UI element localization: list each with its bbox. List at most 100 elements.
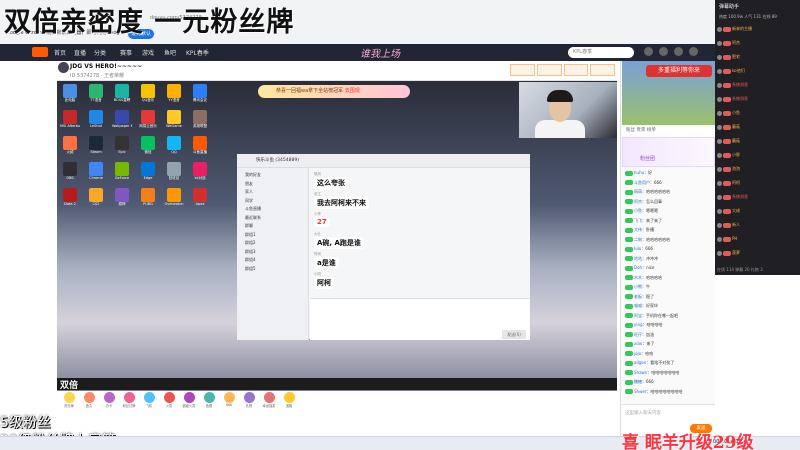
chat-username[interactable]: 咕咕: [634, 256, 642, 261]
qq-group-item[interactable]: 群组4: [245, 257, 256, 263]
chat-username[interactable]: 老板: [634, 294, 642, 299]
qq-group-item[interactable]: 朋友: [245, 181, 253, 187]
desktop-icon[interactable]: 火绒: [60, 136, 80, 155]
desktop-icon[interactable]: Wallpaper Engine: [112, 110, 132, 128]
desktop-icon[interactable]: 英雄联盟: [190, 110, 210, 129]
desktop-icon[interactable]: Dota 2: [60, 188, 80, 206]
nav-fishbar[interactable]: 鱼吧: [164, 48, 176, 57]
desktop-icon[interactable]: 此电脑: [60, 84, 80, 103]
chat-username[interactable]: 糖糖: [634, 379, 642, 384]
qq-group-item[interactable]: 群组2: [245, 240, 256, 246]
danmu-username[interactable]: 蘑菇: [732, 138, 740, 143]
nav-games[interactable]: 游戏: [142, 48, 154, 57]
desktop-icon[interactable]: Chrome: [86, 162, 106, 180]
qq-group-item[interactable]: 群聊: [245, 223, 253, 229]
search-input[interactable]: KPL春季: [568, 47, 634, 58]
chat-username[interactable]: 斗鱼用户: [634, 180, 650, 185]
desktop-icon[interactable]: Steam: [86, 136, 106, 154]
danmu-username[interactable]: 阿杰: [732, 40, 740, 45]
desktop-icon[interactable]: PUBG: [138, 188, 158, 206]
desktop-icon[interactable]: 斗鱼直播: [190, 136, 210, 155]
gift-item[interactable]: 火箭: [160, 392, 178, 408]
gift-item[interactable]: 鱼翅: [200, 392, 218, 408]
chat-username[interactable]: huhu: [634, 170, 644, 175]
gift-item[interactable]: 幸运抽奖: [260, 392, 278, 408]
chat-username[interactable]: allgen: [634, 360, 646, 365]
qq-group-item[interactable]: 我的好友: [245, 172, 261, 178]
history-icon[interactable]: [644, 47, 653, 56]
danmu-username[interactable]: 小鱼: [732, 110, 740, 115]
chat-input[interactable]: 这里输入聊天内容: [625, 410, 661, 416]
desktop-icon[interactable]: 微信: [138, 136, 158, 155]
desktop-icon[interactable]: YY语音: [164, 84, 184, 103]
promo-link[interactable]: 去围观: [345, 88, 360, 94]
douyu-logo[interactable]: [32, 47, 48, 57]
chat-username[interactable]: xiao: [634, 341, 642, 346]
gift-item[interactable]: 粉丝灯牌: [120, 392, 138, 408]
desktop-icon[interactable]: QQ: [164, 136, 184, 154]
chat-username[interactable]: 小鱼: [634, 208, 642, 213]
desktop-icon[interactable]: QQ音乐: [138, 84, 158, 103]
gift-item[interactable]: 礼物: [240, 392, 258, 408]
danmu-username[interactable]: 大佬: [732, 208, 740, 213]
danmu-username[interactable]: 新人: [732, 222, 740, 227]
gift-item[interactable]: 666: [220, 392, 238, 407]
chat-username[interactable]: lulu: [634, 246, 641, 251]
qq-group-item[interactable]: 家人: [245, 189, 253, 195]
danmu-username[interactable]: 泡泡: [732, 166, 740, 171]
desktop-icon[interactable]: 腾讯会议: [190, 84, 210, 103]
follow-icon[interactable]: [659, 47, 668, 56]
qq-send-button[interactable]: 发送(S): [502, 330, 526, 339]
danmu-username[interactable]: PH: [732, 236, 737, 241]
qq-group-item[interactable]: 群组3: [245, 249, 256, 255]
desktop-icon[interactable]: Apex: [190, 188, 210, 206]
gift-item[interactable]: 荧光棒: [60, 392, 78, 408]
nav-live[interactable]: 直播: [74, 48, 86, 57]
desktop-icon[interactable]: 原神: [112, 188, 132, 207]
desktop-icon[interactable]: CS2: [86, 188, 106, 206]
chat-tabs[interactable]: 粉丝 贵宾 榜单: [622, 127, 715, 137]
chat-username[interactable]: Shwer: [634, 389, 646, 394]
chat-username[interactable]: 阿宝: [634, 313, 642, 318]
event-video[interactable]: 多重福利等你来: [622, 61, 715, 125]
gift-item[interactable]: 办卡: [100, 392, 118, 408]
desktop-icon[interactable]: kk对战: [190, 162, 210, 181]
danmu-username[interactable]: 系统消息: [732, 96, 748, 101]
danmu-username[interactable]: 蘑菇: [732, 124, 740, 129]
qq-group-item[interactable]: 群组1: [245, 232, 256, 238]
chat-username[interactable]: ying: [634, 322, 643, 327]
chat-username[interactable]: 小熊: [634, 284, 642, 289]
danmu-username[interactable]: ko他们: [732, 68, 745, 73]
qq-group-item[interactable]: 同学: [245, 198, 253, 204]
desktop-icon[interactable]: TT语音: [86, 84, 106, 103]
chat-username[interactable]: 萌萌: [634, 189, 642, 194]
danmu-username[interactable]: 小胖: [732, 152, 740, 157]
danmu-username[interactable]: 肥宅: [732, 54, 740, 59]
danmu-username[interactable]: 新来的主播: [732, 26, 752, 31]
desktop-icon[interactable]: GeForce: [112, 162, 132, 180]
badge[interactable]: [536, 64, 562, 76]
badge[interactable]: [590, 64, 615, 76]
desktop-icon[interactable]: OBS: [60, 162, 80, 180]
badge[interactable]: [563, 64, 589, 76]
nav-category[interactable]: 分类: [94, 48, 106, 57]
chat-username[interactable]: 喵喵: [634, 303, 642, 308]
chat-username[interactable]: 阿杰: [634, 199, 642, 204]
desktop-icon[interactable]: MSI Afterburner: [60, 110, 80, 128]
message-icon[interactable]: [674, 47, 683, 56]
promo-banner[interactable]: 恭喜一回福wa拿下全站榜冠军 去围观: [258, 85, 410, 98]
streamer-avatar[interactable]: [58, 62, 69, 73]
chat-username[interactable]: 木木: [634, 275, 642, 280]
desktop-icon[interactable]: Edge: [138, 162, 158, 180]
desktop-icon[interactable]: Overwatch: [164, 188, 184, 206]
qq-group-item[interactable]: 群组5: [245, 266, 256, 272]
gift-item[interactable]: 宝箱: [280, 392, 298, 408]
chat-username[interactable]: 飞飞: [634, 218, 642, 223]
danmu-username[interactable]: 系统消息: [732, 82, 748, 87]
gift-item[interactable]: 超级火箭: [180, 392, 198, 408]
danmu-username[interactable]: 系统消息: [732, 194, 748, 199]
desktop-icon[interactable]: BOSS直聘: [112, 84, 132, 103]
nav-home[interactable]: 首页: [54, 48, 66, 57]
fan-club-card[interactable]: [622, 137, 715, 167]
chat-username[interactable]: 二狗: [634, 237, 642, 242]
